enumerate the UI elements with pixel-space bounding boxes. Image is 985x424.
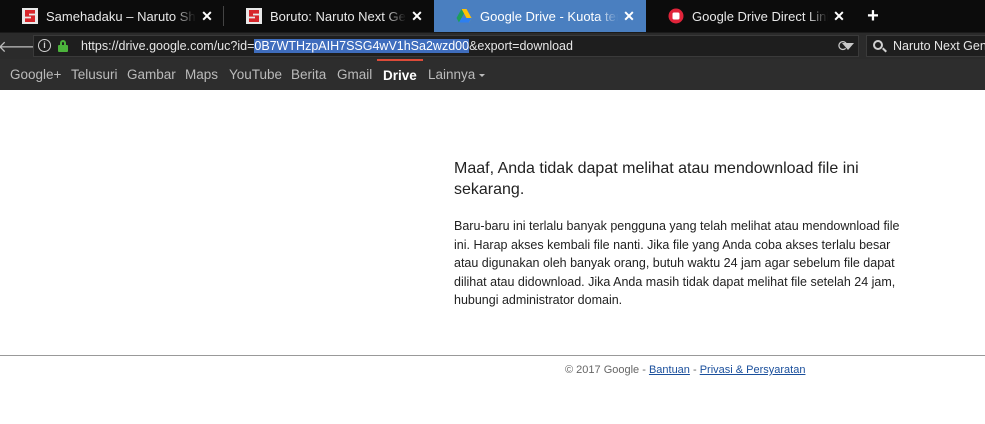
close-icon[interactable]: ✕ <box>622 8 636 25</box>
reload-icon[interactable]: ⟳ <box>834 36 854 56</box>
search-icon <box>873 40 883 50</box>
gbar-item-maps[interactable]: Maps <box>185 59 218 90</box>
help-link[interactable]: Bantuan <box>649 364 690 376</box>
search-input[interactable]: Naruto Next Generations <box>866 35 985 57</box>
google-bar: Google+ Telusuri Gambar Maps YouTube Ber… <box>0 59 985 90</box>
search-value: Naruto Next Generations <box>893 39 985 53</box>
navigation-bar: 🡐 i https://drive.google.com/uc?id=0B7WT… <box>0 32 985 59</box>
tab-direct-link-generator[interactable]: Google Drive Direct Link Generator ✕ <box>646 0 856 32</box>
caret-down-icon <box>479 73 486 77</box>
footer-separator: - <box>689 364 700 376</box>
close-icon[interactable]: ✕ <box>410 8 424 25</box>
copyright-text: © 2017 Google - <box>565 364 649 376</box>
gbar-item-berita[interactable]: Berita <box>291 59 326 90</box>
gbar-item-gmail[interactable]: Gmail <box>337 59 372 90</box>
new-tab-button[interactable]: + <box>862 0 884 32</box>
tab-title: Google Drive Direct Link Generator <box>692 8 828 24</box>
error-title: Maaf, Anda tidak dapat melihat atau mend… <box>454 160 859 198</box>
page-footer: © 2017 Google - Bantuan - Privasi & Pers… <box>565 364 805 376</box>
info-icon[interactable]: i <box>38 39 51 52</box>
tab-strip: Samehadaku – Naruto Shippuden ✕ Boruto: … <box>0 0 985 32</box>
gbar-item-lainnya[interactable]: Lainnya <box>428 59 486 90</box>
back-arrow-icon[interactable]: 🡐 <box>0 36 40 56</box>
google-drive-icon <box>456 8 472 24</box>
gbar-item-youtube[interactable]: YouTube <box>229 59 282 90</box>
privacy-terms-link[interactable]: Privasi & Persyaratan <box>700 364 806 376</box>
close-icon[interactable]: ✕ <box>832 8 846 25</box>
tab-title: Boruto: Naruto Next Generations <box>270 8 406 24</box>
samehadaku-s-icon <box>246 8 262 24</box>
lock-icon[interactable] <box>58 40 68 52</box>
gbar-item-gambar[interactable]: Gambar <box>127 59 176 90</box>
close-icon[interactable]: ✕ <box>200 8 214 25</box>
red-circle-icon <box>668 8 684 24</box>
tab-boruto[interactable]: Boruto: Naruto Next Generations ✕ <box>224 0 434 32</box>
error-description: Baru-baru ini terlalu banyak pengguna ya… <box>454 219 900 307</box>
tab-samehadaku[interactable]: Samehadaku – Naruto Shippuden ✕ <box>0 0 224 32</box>
footer-divider <box>0 355 985 356</box>
tab-title: Google Drive - Kuota terlampaui <box>480 8 618 24</box>
tab-title: Samehadaku – Naruto Shippuden <box>46 8 196 24</box>
tab-google-drive[interactable]: Google Drive - Kuota terlampaui ✕ <box>434 0 646 32</box>
samehadaku-s-icon <box>22 8 38 24</box>
gbar-item-google-plus[interactable]: Google+ <box>10 59 61 90</box>
gbar-item-telusuri[interactable]: Telusuri <box>71 59 118 90</box>
url-selection: 0B7WTHzpAIH7SSG4wV1hSa2wzd00 <box>254 39 470 53</box>
gbar-item-drive[interactable]: Drive <box>377 59 423 90</box>
url-text[interactable]: https://drive.google.com/uc?id=0B7WTHzpA… <box>81 39 573 53</box>
address-bar[interactable]: i https://drive.google.com/uc?id=0B7WTHz… <box>33 35 859 57</box>
